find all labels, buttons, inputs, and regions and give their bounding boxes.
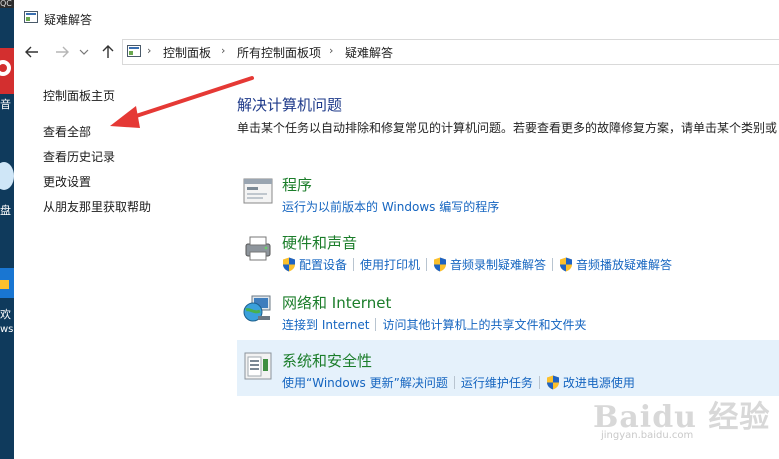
programs-icon bbox=[243, 178, 273, 204]
control-panel-icon bbox=[24, 11, 38, 23]
sidebar-item-settings[interactable]: 更改设置 bbox=[43, 173, 91, 190]
chevron-right-icon[interactable]: › bbox=[147, 44, 151, 57]
window-title: 疑难解答 bbox=[44, 13, 93, 27]
uac-shield-icon bbox=[546, 375, 559, 390]
link-windows-update[interactable]: 使用“Windows 更新”解决问题 bbox=[282, 374, 448, 391]
app-shortcut-icon[interactable] bbox=[0, 258, 14, 304]
sidebar-item-get-help[interactable]: 从朋友那里获取帮助 bbox=[43, 198, 151, 215]
desktop-label-2: 盘 bbox=[0, 204, 11, 217]
recent-locations-button[interactable] bbox=[74, 42, 94, 62]
sidebar-item-view-all[interactable]: 查看全部 bbox=[43, 123, 91, 140]
link-separator bbox=[453, 376, 455, 389]
uac-shield-icon bbox=[283, 257, 295, 272]
link-separator bbox=[426, 258, 428, 271]
address-bar[interactable]: › 控制面板 › 所有控制面板项 › 疑难解答 bbox=[122, 39, 779, 65]
cloud-drive-icon[interactable] bbox=[0, 150, 14, 200]
category-links: 配置设备 使用打印机 音频录制疑难解答 音频播放疑难解答 bbox=[282, 256, 672, 273]
link-separator bbox=[353, 258, 355, 271]
forward-button[interactable] bbox=[52, 42, 72, 62]
category-system-security[interactable]: 系统和安全性 使用“Windows 更新”解决问题 运行维护任务 改进电源使用 bbox=[237, 340, 779, 396]
desktop-label-3: 欢 bbox=[0, 308, 11, 321]
network-globe-icon bbox=[243, 295, 271, 322]
category-title[interactable]: 系统和安全性 bbox=[282, 350, 372, 371]
back-button[interactable] bbox=[22, 42, 42, 62]
chevron-right-icon[interactable]: › bbox=[221, 44, 225, 57]
category-title[interactable]: 程序 bbox=[282, 174, 312, 195]
link-configure-device[interactable]: 配置设备 bbox=[299, 256, 347, 273]
category-programs: 程序 运行为以前版本的 Windows 编写的程序 bbox=[237, 174, 779, 214]
link-separator bbox=[538, 376, 540, 389]
chevron-right-icon[interactable]: › bbox=[329, 44, 333, 57]
link-run-older-programs[interactable]: 运行为以前版本的 Windows 编写的程序 bbox=[282, 198, 499, 215]
category-title[interactable]: 网络和 Internet bbox=[282, 292, 391, 313]
troubleshooting-window: 疑难解答 › 控制面板 › 所有控制面板项 › 疑难解答 控制面板主页 查看全部… bbox=[14, 0, 779, 459]
link-use-printer[interactable]: 使用打印机 bbox=[360, 256, 420, 273]
desktop-label-1: 音 bbox=[0, 98, 11, 111]
chevron-down-icon bbox=[79, 49, 89, 55]
up-arrow-icon bbox=[102, 45, 114, 58]
baidu-watermark: Baidu 经验 jingyan.baidu.com bbox=[593, 392, 770, 441]
link-power-usage[interactable]: 改进电源使用 bbox=[563, 374, 635, 391]
back-arrow-icon bbox=[25, 46, 38, 58]
system-security-icon bbox=[244, 352, 272, 380]
link-shared-files[interactable]: 访问其他计算机上的共享文件和文件夹 bbox=[382, 316, 586, 333]
category-links: 使用“Windows 更新”解决问题 运行维护任务 改进电源使用 bbox=[282, 374, 635, 391]
page-description: 单击某个任务以自动排除和修复常见的计算机问题。若要查看更多的故障修复方案，请单击… bbox=[237, 121, 778, 135]
category-network-internet: 网络和 Internet 连接到 Internet 访问其他计算机上的共享文件和… bbox=[237, 292, 779, 336]
printer-icon bbox=[245, 236, 271, 261]
breadcrumb-control-panel[interactable]: 控制面板 bbox=[163, 44, 211, 61]
sidebar-item-home[interactable]: 控制面板主页 bbox=[43, 87, 115, 104]
page-title: 解决计算机问题 bbox=[237, 96, 343, 114]
sidebar-item-history[interactable]: 查看历史记录 bbox=[43, 148, 115, 165]
category-title[interactable]: 硬件和声音 bbox=[282, 232, 357, 253]
title-bar[interactable]: 疑难解答 bbox=[14, 0, 779, 36]
category-links: 运行为以前版本的 Windows 编写的程序 bbox=[282, 198, 499, 215]
category-links: 连接到 Internet 访问其他计算机上的共享文件和文件夹 bbox=[282, 316, 586, 333]
control-panel-icon bbox=[127, 45, 141, 57]
weibo-icon[interactable] bbox=[0, 48, 14, 94]
desktop-top-text: QC bbox=[0, 0, 14, 8]
watermark-url: jingyan.baidu.com bbox=[601, 430, 694, 441]
link-maintenance-tasks[interactable]: 运行维护任务 bbox=[461, 374, 533, 391]
link-audio-recording[interactable]: 音频录制疑难解答 bbox=[450, 256, 546, 273]
address-row: › 控制面板 › 所有控制面板项 › 疑难解答 bbox=[14, 36, 779, 68]
link-audio-playback[interactable]: 音频播放疑难解答 bbox=[576, 256, 672, 273]
breadcrumb-troubleshooting[interactable]: 疑难解答 bbox=[345, 44, 393, 61]
up-button[interactable] bbox=[98, 42, 118, 62]
link-separator bbox=[375, 318, 377, 331]
uac-shield-icon bbox=[434, 257, 447, 272]
link-connect-internet[interactable]: 连接到 Internet bbox=[282, 316, 369, 333]
breadcrumb-all-items[interactable]: 所有控制面板项 bbox=[237, 44, 321, 61]
category-hardware-sound: 硬件和声音 配置设备 使用打印机 音频录制疑难解答 音频播放疑难解答 bbox=[237, 232, 779, 276]
link-separator bbox=[552, 258, 554, 271]
desktop-strip: QC 音 盘 欢 ws bbox=[0, 0, 14, 459]
uac-shield-icon bbox=[560, 257, 573, 272]
desktop-label-4: ws bbox=[0, 324, 14, 335]
forward-arrow-icon bbox=[56, 46, 69, 58]
